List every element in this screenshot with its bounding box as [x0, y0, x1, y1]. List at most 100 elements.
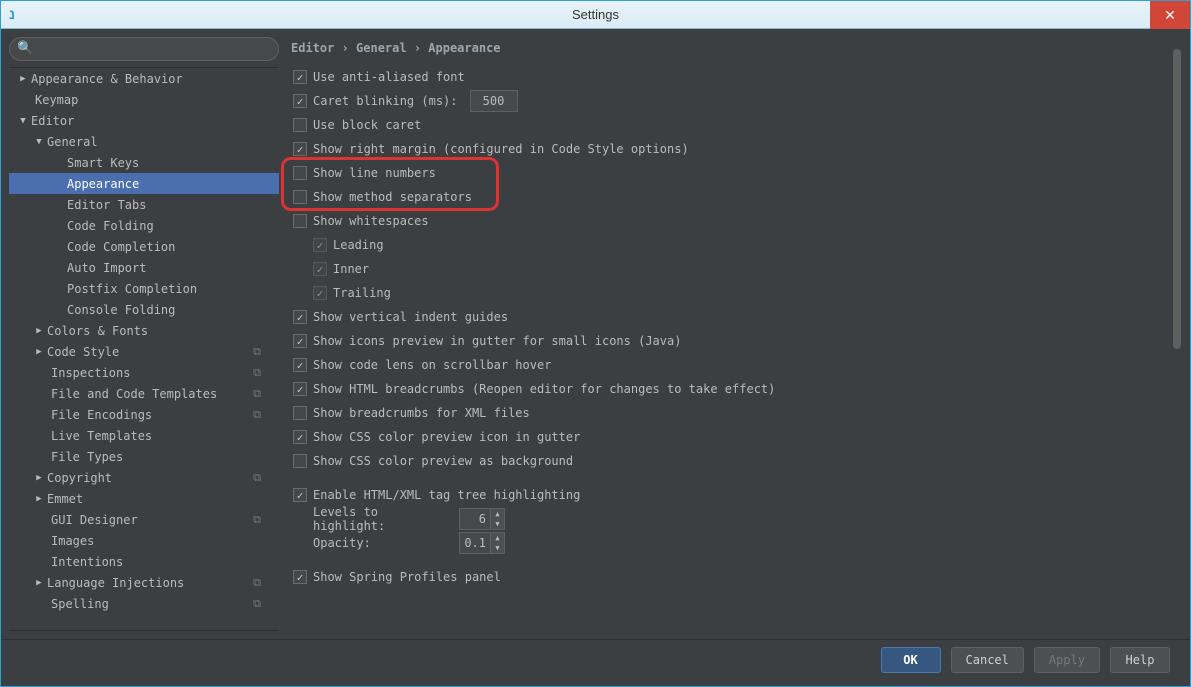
- opt-css-bg[interactable]: Show CSS color preview as background: [293, 449, 1182, 473]
- opt-ws-trailing[interactable]: Trailing: [293, 281, 1182, 305]
- project-icon: ⧉: [253, 345, 261, 359]
- project-icon: ⧉: [253, 366, 261, 380]
- checkbox-icon[interactable]: [293, 570, 307, 584]
- chevron-down-icon: ▼: [17, 116, 29, 126]
- titlebar: נ Settings ✕: [1, 1, 1190, 29]
- tree-spelling[interactable]: Spelling⧉: [9, 593, 279, 614]
- checkbox-icon[interactable]: [293, 358, 307, 372]
- checkbox-icon[interactable]: [293, 214, 307, 228]
- chevron-down-icon[interactable]: ▼: [491, 519, 504, 529]
- tree-auto-import[interactable]: Auto Import: [9, 257, 279, 278]
- chevron-right-icon: ▶: [33, 578, 45, 588]
- tree-emmet[interactable]: ▶Emmet: [9, 488, 279, 509]
- main-scrollbar[interactable]: [1172, 37, 1182, 631]
- chevron-right-icon: ▶: [17, 74, 29, 84]
- project-icon: ⧉: [253, 471, 261, 485]
- checkbox-icon[interactable]: [293, 190, 307, 204]
- tree-keymap[interactable]: Keymap: [9, 89, 279, 110]
- opt-ws-leading[interactable]: Leading: [293, 233, 1182, 257]
- opt-xml-breadcrumbs[interactable]: Show breadcrumbs for XML files: [293, 401, 1182, 425]
- tree-images[interactable]: Images: [9, 530, 279, 551]
- opt-levels: Levels to highlight: 6▲▼: [293, 507, 1182, 531]
- opt-html-breadcrumbs[interactable]: Show HTML breadcrumbs (Reopen editor for…: [293, 377, 1182, 401]
- project-icon: ⧉: [253, 408, 261, 422]
- opt-tag-tree[interactable]: Enable HTML/XML tag tree highlighting: [293, 483, 1182, 507]
- caret-ms-input[interactable]: 500: [470, 90, 518, 112]
- checkbox-icon[interactable]: [293, 488, 307, 502]
- project-icon: ⧉: [253, 513, 261, 527]
- opt-caret-blink[interactable]: Caret blinking (ms):500: [293, 89, 1182, 113]
- checkbox-icon[interactable]: [293, 454, 307, 468]
- tree-editor[interactable]: ▼Editor: [9, 110, 279, 131]
- checkbox-icon[interactable]: [293, 166, 307, 180]
- checkbox-icon[interactable]: [293, 430, 307, 444]
- tree-editor-tabs[interactable]: Editor Tabs: [9, 194, 279, 215]
- tree-inspections[interactable]: Inspections⧉: [9, 362, 279, 383]
- scrollbar-thumb[interactable]: [1173, 49, 1181, 349]
- opt-block-caret[interactable]: Use block caret: [293, 113, 1182, 137]
- opt-css-preview[interactable]: Show CSS color preview icon in gutter: [293, 425, 1182, 449]
- dialog-footer: OK Cancel Apply Help: [1, 639, 1190, 679]
- tree-file-code-templates[interactable]: File and Code Templates⧉: [9, 383, 279, 404]
- main-panel: Editor › General › Appearance Use anti-a…: [287, 37, 1182, 631]
- opt-indent-guides[interactable]: Show vertical indent guides: [293, 305, 1182, 329]
- settings-tree[interactable]: ▶Appearance & Behavior Keymap ▼Editor ▼G…: [9, 68, 279, 630]
- opt-line-numbers[interactable]: Show line numbers: [293, 161, 1182, 185]
- opt-whitespaces[interactable]: Show whitespaces: [293, 209, 1182, 233]
- close-button[interactable]: ✕: [1150, 1, 1190, 29]
- opt-ws-inner[interactable]: Inner: [293, 257, 1182, 281]
- tree-file-encodings[interactable]: File Encodings⧉: [9, 404, 279, 425]
- apply-button[interactable]: Apply: [1034, 647, 1100, 673]
- chevron-up-icon[interactable]: ▲: [491, 509, 504, 519]
- tree-gui-designer[interactable]: GUI Designer⧉: [9, 509, 279, 530]
- checkbox-icon[interactable]: [293, 382, 307, 396]
- opt-right-margin[interactable]: Show right margin (configured in Code St…: [293, 137, 1182, 161]
- breadcrumb: Editor › General › Appearance: [287, 37, 1182, 65]
- help-button[interactable]: Help: [1110, 647, 1170, 673]
- checkbox-icon[interactable]: [293, 142, 307, 156]
- tree-intentions[interactable]: Intentions: [9, 551, 279, 572]
- tree-postfix-completion[interactable]: Postfix Completion: [9, 278, 279, 299]
- opt-gutter-icons[interactable]: Show icons preview in gutter for small i…: [293, 329, 1182, 353]
- tree-language-injections[interactable]: ▶Language Injections⧉: [9, 572, 279, 593]
- tree-live-templates[interactable]: Live Templates: [9, 425, 279, 446]
- tree-appearance-behavior[interactable]: ▶Appearance & Behavior: [9, 68, 279, 89]
- project-icon: ⧉: [253, 576, 261, 590]
- sidebar: 🔍 ▶Appearance & Behavior Keymap ▼ Editor …: [9, 37, 279, 631]
- levels-spinner[interactable]: 6▲▼: [459, 508, 505, 530]
- checkbox-icon[interactable]: [293, 70, 307, 84]
- tree-copyright[interactable]: ▶Copyright⧉: [9, 467, 279, 488]
- cancel-button[interactable]: Cancel: [951, 647, 1024, 673]
- chevron-down-icon[interactable]: ▼: [491, 543, 504, 553]
- checkbox-icon[interactable]: [293, 118, 307, 132]
- search-input[interactable]: [9, 37, 279, 61]
- opt-spring[interactable]: Show Spring Profiles panel: [293, 565, 1182, 589]
- chevron-up-icon[interactable]: ▲: [491, 533, 504, 543]
- checkbox-icon: [313, 286, 327, 300]
- tree-code-style[interactable]: ▶Code Style⧉: [9, 341, 279, 362]
- tree-smart-keys[interactable]: Smart Keys: [9, 152, 279, 173]
- opt-antialias[interactable]: Use anti-aliased font: [293, 65, 1182, 89]
- tree-code-completion[interactable]: Code Completion: [9, 236, 279, 257]
- tree-appearance[interactable]: Appearance: [9, 173, 279, 194]
- tree-console-folding[interactable]: Console Folding: [9, 299, 279, 320]
- chevron-right-icon: ▶: [33, 494, 45, 504]
- chevron-right-icon: ▶: [33, 473, 45, 483]
- chevron-right-icon: ▶: [33, 326, 45, 336]
- opacity-spinner[interactable]: 0.1▲▼: [459, 532, 505, 554]
- opt-code-lens[interactable]: Show code lens on scrollbar hover: [293, 353, 1182, 377]
- search-icon: 🔍: [17, 41, 33, 56]
- tree-code-folding[interactable]: Code Folding: [9, 215, 279, 236]
- checkbox-icon: [313, 262, 327, 276]
- opt-method-separators[interactable]: Show method separators: [293, 185, 1182, 209]
- window-title: Settings: [572, 7, 619, 22]
- checkbox-icon[interactable]: [293, 406, 307, 420]
- checkbox-icon[interactable]: [293, 94, 307, 108]
- opt-opacity: Opacity: 0.1▲▼: [293, 531, 1182, 555]
- tree-file-types[interactable]: File Types: [9, 446, 279, 467]
- checkbox-icon[interactable]: [293, 310, 307, 324]
- checkbox-icon[interactable]: [293, 334, 307, 348]
- tree-general[interactable]: ▼General: [9, 131, 279, 152]
- ok-button[interactable]: OK: [881, 647, 941, 673]
- tree-colors-fonts[interactable]: ▶Colors & Fonts: [9, 320, 279, 341]
